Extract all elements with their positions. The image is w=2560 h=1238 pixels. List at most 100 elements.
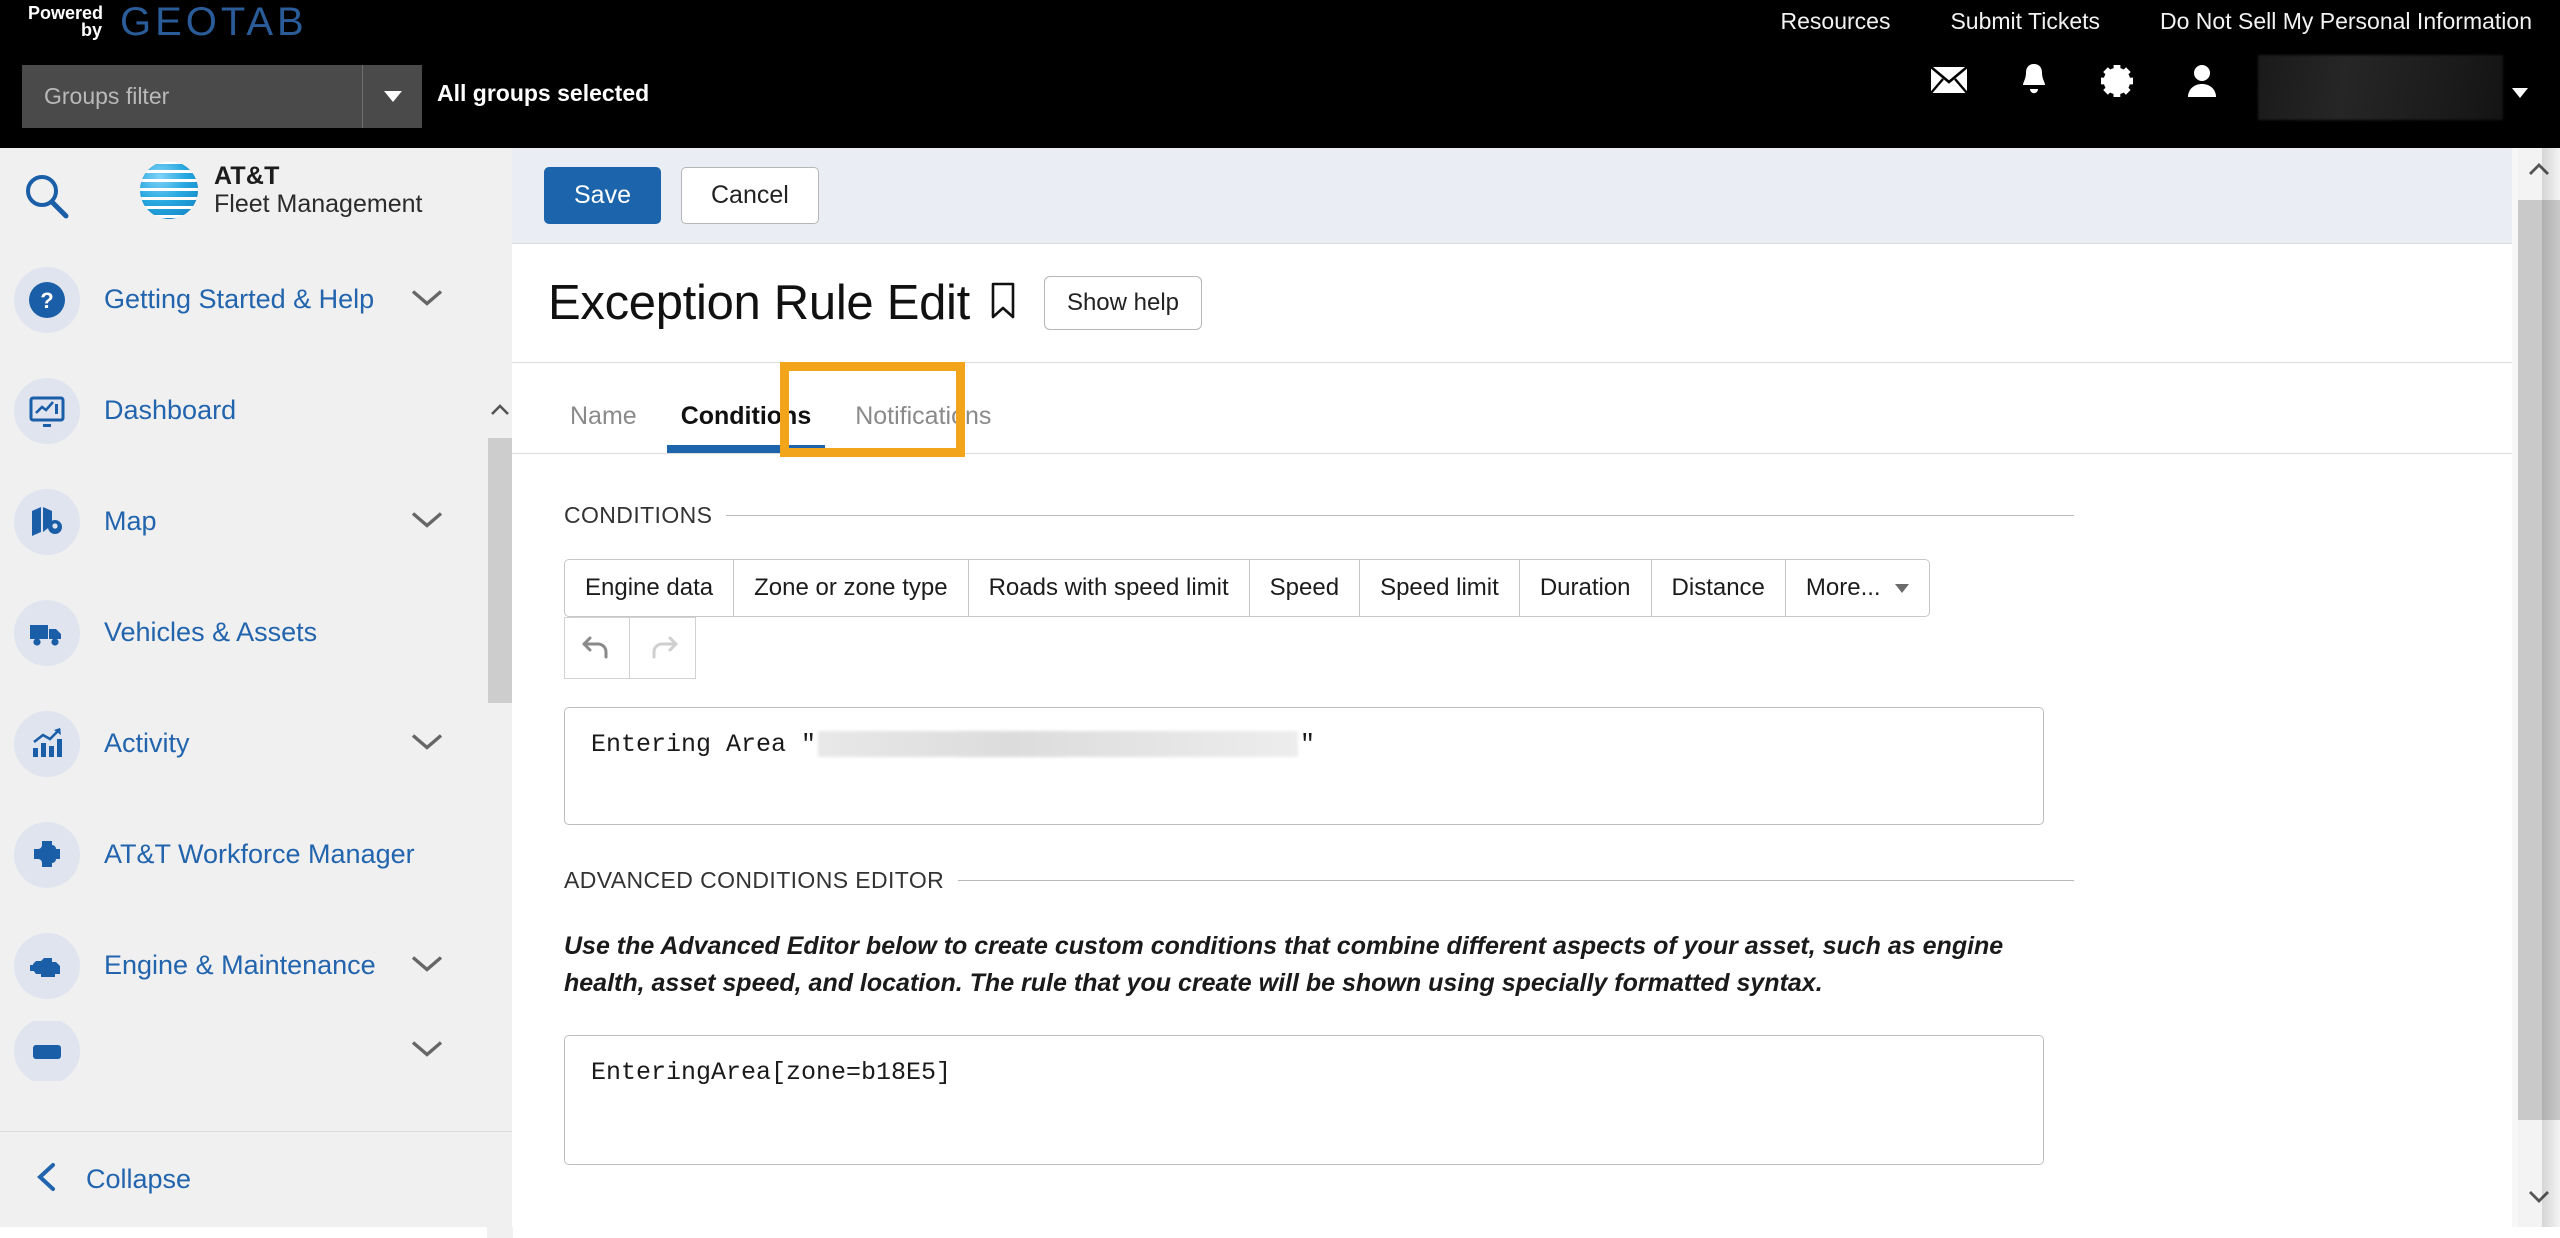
brand-line-1: AT&T [214, 162, 280, 190]
do-not-sell-link[interactable]: Do Not Sell My Personal Information [2160, 8, 2532, 35]
expression-prefix: Entering Area " [591, 730, 817, 759]
chevron-down-icon[interactable] [410, 731, 444, 756]
main-scrollbar[interactable] [2512, 148, 2560, 1227]
sidebar-item-getting-started[interactable]: ? Getting Started & Help [0, 244, 500, 355]
undo-icon [582, 636, 608, 659]
user-menu-chevron-down-icon[interactable] [2512, 88, 2528, 98]
chevron-down-icon [1894, 583, 1909, 593]
groups-filter[interactable] [22, 65, 422, 128]
bell-icon[interactable] [2018, 62, 2050, 103]
zone-name-redacted [818, 731, 1299, 758]
brand-line-2: Fleet Management [214, 190, 423, 218]
sidebar-item-label: Vehicles & Assets [104, 617, 318, 647]
chevron-down-icon[interactable] [410, 1039, 444, 1064]
page-title: Exception Rule Edit [548, 276, 970, 330]
search-icon[interactable] [20, 170, 72, 227]
condition-type-toolbar: Engine data Zone or zone type Roads with… [564, 559, 2074, 617]
clipped-item-icon [14, 1021, 80, 1081]
tab-notifications[interactable]: Notifications [833, 402, 1013, 453]
tab-conditions[interactable]: Conditions [659, 402, 834, 453]
condition-button-more[interactable]: More... [1785, 559, 1930, 617]
user-name-redacted[interactable] [2258, 55, 2503, 120]
bookmark-icon[interactable] [988, 281, 1018, 326]
condition-button-duration[interactable]: Duration [1519, 559, 1652, 617]
left-sidebar: AT&T Fleet Management ? Getting Started … [0, 148, 513, 1238]
scroll-down-chevron-icon[interactable] [2528, 1189, 2550, 1211]
mail-icon[interactable] [1930, 66, 1968, 99]
activity-chart-icon [14, 710, 80, 777]
condition-button-engine-data[interactable]: Engine data [564, 559, 735, 617]
sidebar-item-label: Activity [104, 728, 190, 758]
top-links: Resources Submit Tickets Do Not Sell My … [1781, 8, 2532, 35]
advanced-editor-code-box[interactable]: EnteringArea[zone=b18E5] [564, 1035, 2044, 1165]
groups-filter-dropdown-button[interactable] [362, 65, 422, 128]
expression-suffix: " [1300, 730, 1316, 759]
map-icon [14, 488, 80, 555]
redo-button[interactable] [630, 617, 696, 679]
undo-button[interactable] [564, 617, 630, 679]
sidebar-item-dashboard[interactable]: Dashboard [0, 355, 500, 466]
sidebar-item-label: AT&T Workforce Manager [104, 839, 415, 869]
engine-icon [14, 932, 80, 999]
page-title-row: Exception Rule Edit Show help [512, 244, 2512, 362]
condition-button-speed-limit[interactable]: Speed limit [1360, 559, 1520, 617]
section-divider-line [726, 515, 2074, 516]
powered-by-label: Powered by [28, 3, 104, 40]
conditions-section: CONDITIONS Engine data Zone or zone type… [564, 502, 2074, 825]
condition-button-zone-or-zone-type[interactable]: Zone or zone type [734, 559, 969, 617]
advanced-section-title: ADVANCED CONDITIONS EDITOR [564, 867, 2074, 894]
sidebar-item-label: Getting Started & Help [104, 284, 375, 314]
sidebar-item-engine-maintenance[interactable]: Engine & Maintenance [0, 910, 500, 1021]
scroll-up-chevron-icon[interactable] [490, 403, 510, 423]
conditions-content: CONDITIONS Engine data Zone or zone type… [512, 454, 2512, 1165]
condition-button-distance[interactable]: Distance [1651, 559, 1786, 617]
condition-button-speed[interactable]: Speed [1249, 559, 1361, 617]
undo-redo-group [564, 617, 2074, 679]
svg-text:?: ? [40, 288, 53, 313]
show-help-button[interactable]: Show help [1043, 276, 1203, 330]
truck-icon [14, 599, 80, 666]
chevron-down-icon [383, 91, 402, 102]
main-content-panel: Save Cancel Exception Rule Edit Show hel… [512, 148, 2512, 1227]
att-fleet-brand: AT&T Fleet Management [140, 161, 422, 219]
att-globe-logo [140, 161, 198, 219]
condition-expression-box[interactable]: Entering Area " " [564, 707, 2044, 825]
action-bar: Save Cancel [512, 148, 2512, 244]
header-icon-group [1930, 62, 2218, 103]
sidebar-item-map[interactable]: Map [0, 466, 500, 577]
main-scrollbar-thumb[interactable] [2518, 200, 2560, 1120]
collapse-label: Collapse [86, 1164, 192, 1194]
chevron-down-icon[interactable] [410, 509, 444, 534]
sidebar-item-vehicles-assets[interactable]: Vehicles & Assets [0, 577, 500, 688]
advanced-editor-description: Use the Advanced Editor below to create … [564, 932, 2004, 997]
groups-filter-input[interactable] [22, 65, 362, 128]
geotab-logo: GEOTAB [120, 0, 308, 44]
sidebar-item-partially-hidden[interactable] [0, 1021, 500, 1081]
user-icon[interactable] [2186, 62, 2218, 103]
chevron-left-icon [34, 1161, 60, 1198]
help-circle-icon: ? [14, 266, 80, 333]
sidebar-scrollbar-thumb[interactable] [488, 438, 513, 703]
conditions-section-title: CONDITIONS [564, 502, 2074, 529]
save-button[interactable]: Save [544, 167, 661, 224]
sidebar-collapse-button[interactable]: Collapse [0, 1131, 512, 1227]
sidebar-scrollbar[interactable] [487, 393, 513, 1238]
cancel-button[interactable]: Cancel [680, 167, 819, 224]
chevron-down-icon[interactable] [410, 287, 444, 312]
groups-selected-status: All groups selected [437, 80, 650, 106]
sidebar-nav-list: ? Getting Started & Help Dashboard Map V… [0, 244, 500, 1081]
sidebar-item-label: Engine & Maintenance [104, 950, 376, 980]
more-label: More... [1805, 574, 1881, 601]
gear-icon[interactable] [2100, 62, 2136, 103]
sidebar-item-workforce-manager[interactable]: AT&T Workforce Manager [0, 799, 500, 910]
sidebar-header: AT&T Fleet Management [0, 148, 512, 244]
dashboard-icon [14, 377, 80, 444]
sidebar-item-activity[interactable]: Activity [0, 688, 500, 799]
resources-link[interactable]: Resources [1781, 8, 1891, 35]
scroll-up-chevron-icon[interactable] [2528, 162, 2550, 184]
condition-button-roads-with-speed-limit[interactable]: Roads with speed limit [968, 559, 1250, 617]
chevron-down-icon[interactable] [410, 953, 444, 978]
submit-tickets-link[interactable]: Submit Tickets [1950, 8, 2100, 35]
tab-name[interactable]: Name [548, 402, 659, 453]
tab-bar: Name Conditions Notifications [512, 362, 2512, 457]
